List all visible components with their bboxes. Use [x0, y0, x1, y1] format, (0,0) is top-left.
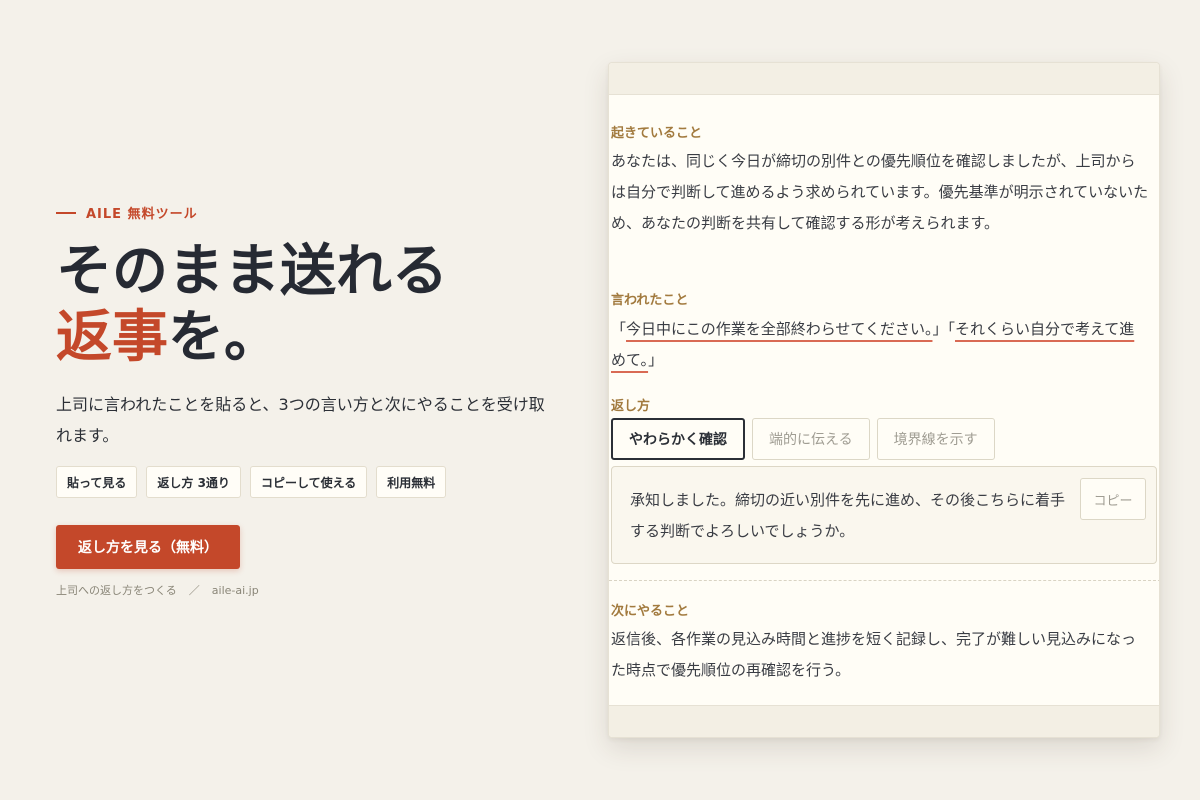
- see-replies-button[interactable]: 返し方を見る（無料）: [56, 525, 240, 569]
- headline-accent: 返事: [56, 304, 168, 370]
- said-label: 言われたこと: [611, 293, 689, 308]
- headline-rest: を。: [168, 304, 280, 370]
- feature-chip: コピーして使える: [249, 466, 368, 498]
- eyebrow-text: AILE 無料ツール: [86, 207, 198, 222]
- quote-open: 「: [947, 320, 955, 338]
- footnote: 上司への返し方をつくる ／ aile-ai.jp: [56, 582, 259, 598]
- quote-close: 」: [648, 351, 664, 369]
- reply-text: 承知しました。締切の近い別件を先に進め、その後こちらに着手する判断でよろしいでし…: [630, 491, 1066, 540]
- reply-style-tabs: やわらかく確認 端的に伝える 境界線を示す: [611, 418, 995, 460]
- tab-soft-confirm[interactable]: やわらかく確認: [611, 418, 745, 460]
- happening-text: あなたは、同じく今日が締切の別件との優先順位を確認しましたが、上司からは自分で判…: [611, 152, 1149, 232]
- feature-chip: 利用無料: [376, 466, 447, 498]
- footnote-domain: aile-ai.jp: [211, 584, 259, 597]
- footnote-separator: ／: [188, 584, 200, 597]
- feature-chip: 返し方 3通り: [146, 466, 241, 498]
- next-text: 返信後、各作業の見込み時間と進捗を短く記録し、完了が難しい見込みになった時点で優…: [611, 630, 1137, 679]
- feature-chips: 貼って見る 返し方 3通り コピーして使える 利用無料: [56, 466, 447, 498]
- eyebrow: AILE 無料ツール: [56, 203, 198, 222]
- quote-open: 「: [611, 320, 627, 338]
- quote-close: 」: [932, 320, 948, 338]
- result-panel: 起きていること あなたは、同じく今日が締切の別件との優先順位を確認しましたが、上…: [608, 62, 1160, 738]
- eyebrow-dash: [56, 211, 76, 214]
- reply-box: 承知しました。締切の近い別件を先に進め、その後こちらに着手する判断でよろしいでし…: [611, 466, 1157, 564]
- tab-concise[interactable]: 端的に伝える: [752, 418, 870, 460]
- lead-text: 上司に言われたことを貼ると、3つの言い方と次にやることを受け取れます。: [56, 395, 545, 445]
- feature-chip: 貼って見る: [56, 466, 138, 498]
- panel-bottom-bar: [609, 705, 1159, 737]
- copy-button[interactable]: コピー: [1080, 478, 1146, 520]
- page-title: そのまま送れる 返事を。: [56, 238, 448, 370]
- said-quote: 今日中にこの作業を全部終わらせてください。: [626, 320, 933, 338]
- said-text: 「今日中にこの作業を全部終わらせてください。」「それくらい自分で考えて進めて。」: [611, 314, 1149, 376]
- headline-line1: そのまま送れる: [56, 238, 448, 304]
- tab-boundary[interactable]: 境界線を示す: [876, 418, 995, 460]
- footnote-tagline: 上司への返し方をつくる: [56, 584, 177, 597]
- panel-top-bar: [609, 63, 1159, 95]
- happening-label: 起きていること: [611, 126, 703, 141]
- next-label: 次にやること: [611, 604, 690, 619]
- section-divider: [609, 580, 1159, 581]
- reply-label: 返し方: [611, 399, 651, 414]
